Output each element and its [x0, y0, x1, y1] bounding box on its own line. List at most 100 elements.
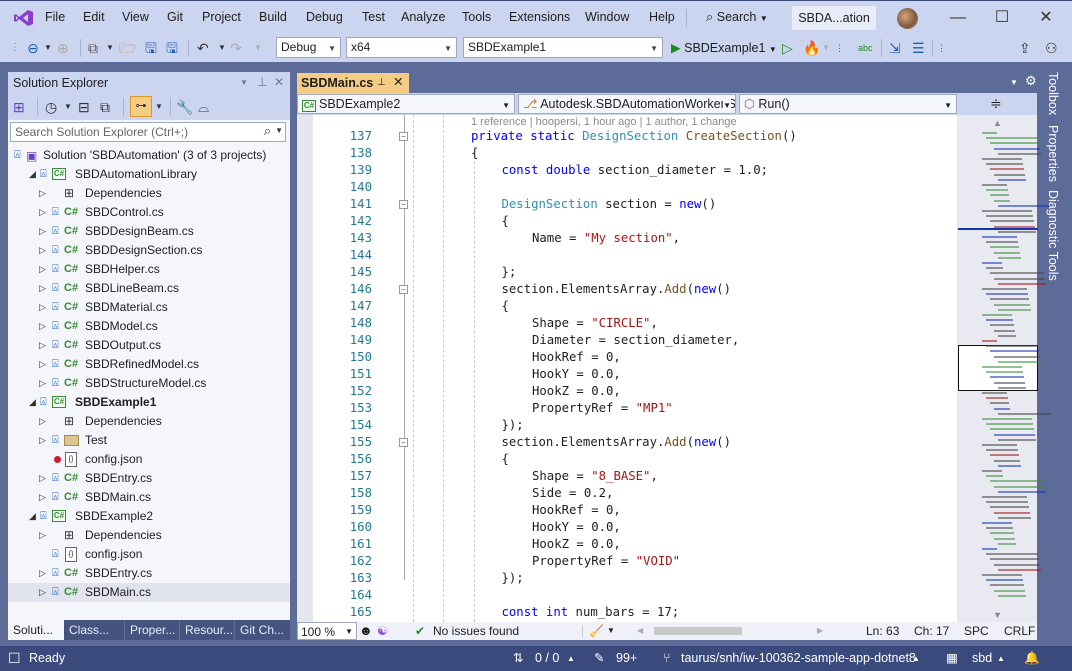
sync-dropdown-icon[interactable]: ▼	[155, 98, 163, 116]
collapsed-arrow-icon[interactable]: ▷	[39, 222, 46, 241]
menu-project[interactable]: Project	[202, 10, 241, 24]
open-folder-icon[interactable]: 🗁	[119, 39, 136, 57]
collapsed-arrow-icon[interactable]: ▷	[39, 374, 46, 393]
properties-wrench-icon[interactable]: 🔧	[176, 98, 193, 116]
collapsed-arrow-icon[interactable]: ▷	[39, 317, 46, 336]
issues-status[interactable]: No issues found	[433, 622, 519, 640]
collapsed-arrow-icon[interactable]: ▷	[39, 355, 46, 374]
side-tab-toolbox[interactable]: Toolbox	[1046, 72, 1060, 115]
collapsed-arrow-icon[interactable]: ▷	[39, 431, 46, 450]
search-button[interactable]: ⌕ Search ▼	[706, 9, 768, 25]
redo-dropdown-icon[interactable]: ▼	[254, 39, 262, 57]
horizontal-scrollbar-thumb[interactable]	[654, 627, 742, 635]
tree-item[interactable]: ◢ ⍓ C# SBDExample1	[8, 393, 290, 412]
filter-dropdown-icon[interactable]: ▼	[64, 98, 72, 116]
expanded-arrow-icon[interactable]: ◢	[29, 507, 36, 526]
collapse-region-icon[interactable]: −	[399, 200, 408, 209]
collapse-region-icon[interactable]: −	[399, 285, 408, 294]
line-number-indicator[interactable]: Ln: 63	[866, 622, 899, 640]
tab-list-dropdown-icon[interactable]: ▼	[1010, 78, 1018, 87]
scroll-up-icon[interactable]: ▲	[993, 118, 1002, 128]
back-dropdown-icon[interactable]: ▼	[44, 39, 52, 57]
whitespace-indicator[interactable]: SPC	[964, 622, 989, 640]
navigate-back-icon[interactable]: ⊖	[24, 39, 42, 57]
collapsed-arrow-icon[interactable]: ▷	[39, 241, 46, 260]
collapsed-arrow-icon[interactable]: ▷	[39, 298, 46, 317]
tab-class-view[interactable]: Class...	[64, 620, 124, 640]
tree-item[interactable]: ▷ ⍓ C# SBDLineBeam.cs	[8, 279, 290, 298]
menu-extensions[interactable]: Extensions	[509, 10, 570, 24]
search-options-dropdown-icon[interactable]: ▼	[275, 126, 283, 135]
notification-output-icon[interactable]: ☐	[8, 646, 21, 671]
tab-property-manager[interactable]: Proper...	[125, 620, 179, 640]
tree-item[interactable]: ▷ ⍓ C# SBDDesignSection.cs	[8, 241, 290, 260]
collapsed-arrow-icon[interactable]: ▷	[39, 583, 46, 602]
collapsed-arrow-icon[interactable]: ▷	[39, 488, 46, 507]
start-without-debugging-icon[interactable]: ▷	[782, 39, 793, 57]
tree-item[interactable]: ▷ ⊞ Dependencies	[8, 412, 290, 431]
tree-item[interactable]: ▷ ⍓ C# SBDOutput.cs	[8, 336, 290, 355]
account-avatar[interactable]	[897, 8, 918, 29]
tree-item[interactable]: ⍓ {} config.json	[8, 545, 290, 564]
menu-build[interactable]: Build	[259, 10, 287, 24]
menu-test[interactable]: Test	[362, 10, 385, 24]
undo-icon[interactable]: ↶	[197, 39, 209, 57]
collapse-all-icon[interactable]: ⊟	[78, 98, 90, 116]
close-button[interactable]: ✕	[1026, 7, 1066, 29]
code-editor[interactable]	[297, 115, 957, 622]
column-indicator[interactable]: Ch: 17	[914, 622, 949, 640]
hot-reload-dropdown-icon[interactable]: ▼	[822, 39, 830, 57]
tree-item[interactable]: ◢ ⍓ C# SBDAutomationLibrary	[8, 165, 290, 184]
scroll-right-icon[interactable]: ▶	[817, 622, 823, 640]
expanded-arrow-icon[interactable]: ◢	[29, 393, 36, 412]
document-tab-sbdmain[interactable]: SBDMain.cs ⊥ ✕	[297, 73, 409, 93]
git-sync-status[interactable]: 0 / 0	[535, 646, 559, 671]
intellicode-icon[interactable]: ☯	[377, 622, 388, 640]
minimize-button[interactable]: —	[938, 7, 978, 29]
collapsed-arrow-icon[interactable]: ▷	[39, 469, 46, 488]
navigate-forward-icon[interactable]: ⊕	[57, 39, 69, 57]
platform-select[interactable]: x64 ▼	[346, 37, 457, 58]
menu-analyze[interactable]: Analyze	[401, 10, 445, 24]
tree-item[interactable]: ▷ ⍓ C# SBDMain.cs	[8, 583, 290, 602]
feedback-icon[interactable]: ⚇	[1045, 39, 1058, 57]
code-cleanup-icon[interactable]: 🧹	[589, 622, 604, 640]
collapse-region-icon[interactable]: −	[399, 132, 408, 141]
show-all-files-icon[interactable]: ⧉	[100, 98, 110, 116]
type-select[interactable]: ⎇ Autodesk.SBDAutomationWorker.S ▼	[518, 94, 736, 114]
menu-git[interactable]: Git	[167, 10, 183, 24]
git-branch-name[interactable]: taurus/snh/iw-100362-sample-app-dotnet8	[681, 646, 916, 671]
scroll-left-icon[interactable]: ◀	[637, 622, 643, 640]
copilot-icon[interactable]: ☻	[359, 622, 373, 640]
undo-dropdown-icon[interactable]: ▼	[218, 39, 226, 57]
window-position-icon[interactable]: ▼	[240, 78, 248, 87]
collapsed-arrow-icon[interactable]: ▷	[39, 564, 46, 583]
tab-resource-view[interactable]: Resour...	[180, 620, 234, 640]
menu-view[interactable]: View	[122, 10, 149, 24]
spell-check-icon[interactable]: abc	[858, 39, 873, 57]
tree-item[interactable]: ⍓ ▣ Solution 'SBDAutomation' (3 of 3 proje…	[8, 146, 290, 165]
menu-edit[interactable]: Edit	[83, 10, 105, 24]
collapsed-arrow-icon[interactable]: ▷	[39, 279, 46, 298]
settings-gear-icon[interactable]: ⚙	[1025, 73, 1037, 89]
collapsed-arrow-icon[interactable]: ▷	[39, 203, 46, 222]
switch-views-icon[interactable]: ⊞	[13, 98, 25, 116]
tree-item[interactable]: ▷ ⍓ C# SBDMain.cs	[8, 488, 290, 507]
live-share-icon[interactable]: ⇪	[1019, 39, 1031, 57]
menu-tools[interactable]: Tools	[462, 10, 491, 24]
tree-item[interactable]: ▷ ⍓ C# SBDEntry.cs	[8, 469, 290, 488]
menu-debug[interactable]: Debug	[306, 10, 343, 24]
tree-item[interactable]: ▷ ⊞ Dependencies	[8, 526, 290, 545]
tab-solution-explorer[interactable]: Soluti...	[8, 620, 64, 640]
show-next-statement-icon[interactable]: ☰	[912, 39, 925, 57]
redo-icon[interactable]: ↷	[230, 39, 242, 57]
collapsed-arrow-icon[interactable]: ▷	[39, 526, 46, 545]
close-panel-icon[interactable]: ✕	[274, 75, 284, 89]
codelens-info[interactable]: 1 reference | hoopersi, 1 hour ago | 1 a…	[471, 116, 737, 128]
member-select[interactable]: ⬡ Run() ▼	[739, 94, 957, 114]
zoom-level-select[interactable]: 100 % ▼	[297, 622, 357, 640]
pin-icon[interactable]: ⊥	[257, 75, 267, 89]
save-all-icon[interactable]: 🖫	[166, 39, 178, 57]
menu-help[interactable]: Help	[649, 10, 675, 24]
tree-item[interactable]: {} config.json	[8, 450, 290, 469]
